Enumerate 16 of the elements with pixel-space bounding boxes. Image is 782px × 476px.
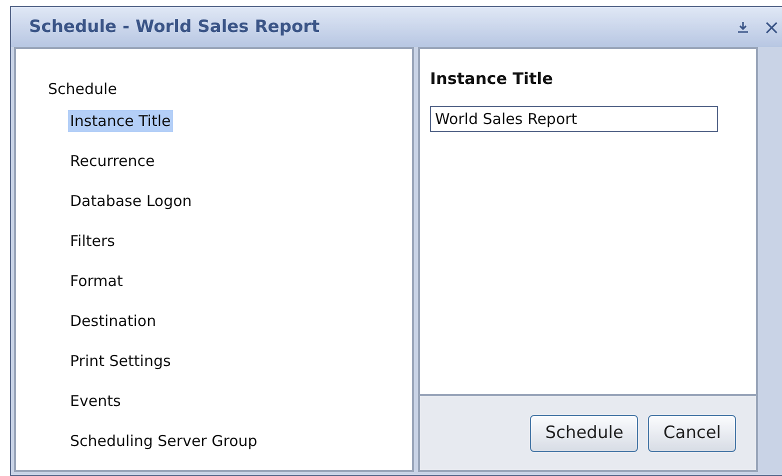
tree-item[interactable]: Events [68, 390, 123, 412]
tree-item[interactable]: Filters [68, 230, 117, 252]
section-heading: Instance Title [430, 69, 554, 88]
input-field[interactable]: World Sales Report [430, 106, 718, 132]
tree-item[interactable]: Format [68, 270, 125, 292]
tree-item[interactable]: Scheduling Server Group [68, 430, 260, 452]
tree-item[interactable]: Recurrence [68, 150, 157, 172]
tree-item[interactable]: Print Settings [68, 350, 173, 372]
window-title: Schedule - World Sales Report [29, 17, 321, 37]
cancel-button[interactable]: Cancel [648, 414, 736, 452]
schedule-button[interactable]: Schedule [530, 414, 638, 452]
tree-item[interactable]: Schedule [46, 78, 119, 100]
tree-item[interactable]: Destination [68, 310, 158, 332]
tree-item[interactable]: Database Logon [68, 190, 194, 212]
tree-item[interactable]: Instance Title [68, 110, 173, 132]
close-button[interactable]: × [763, 17, 780, 37]
